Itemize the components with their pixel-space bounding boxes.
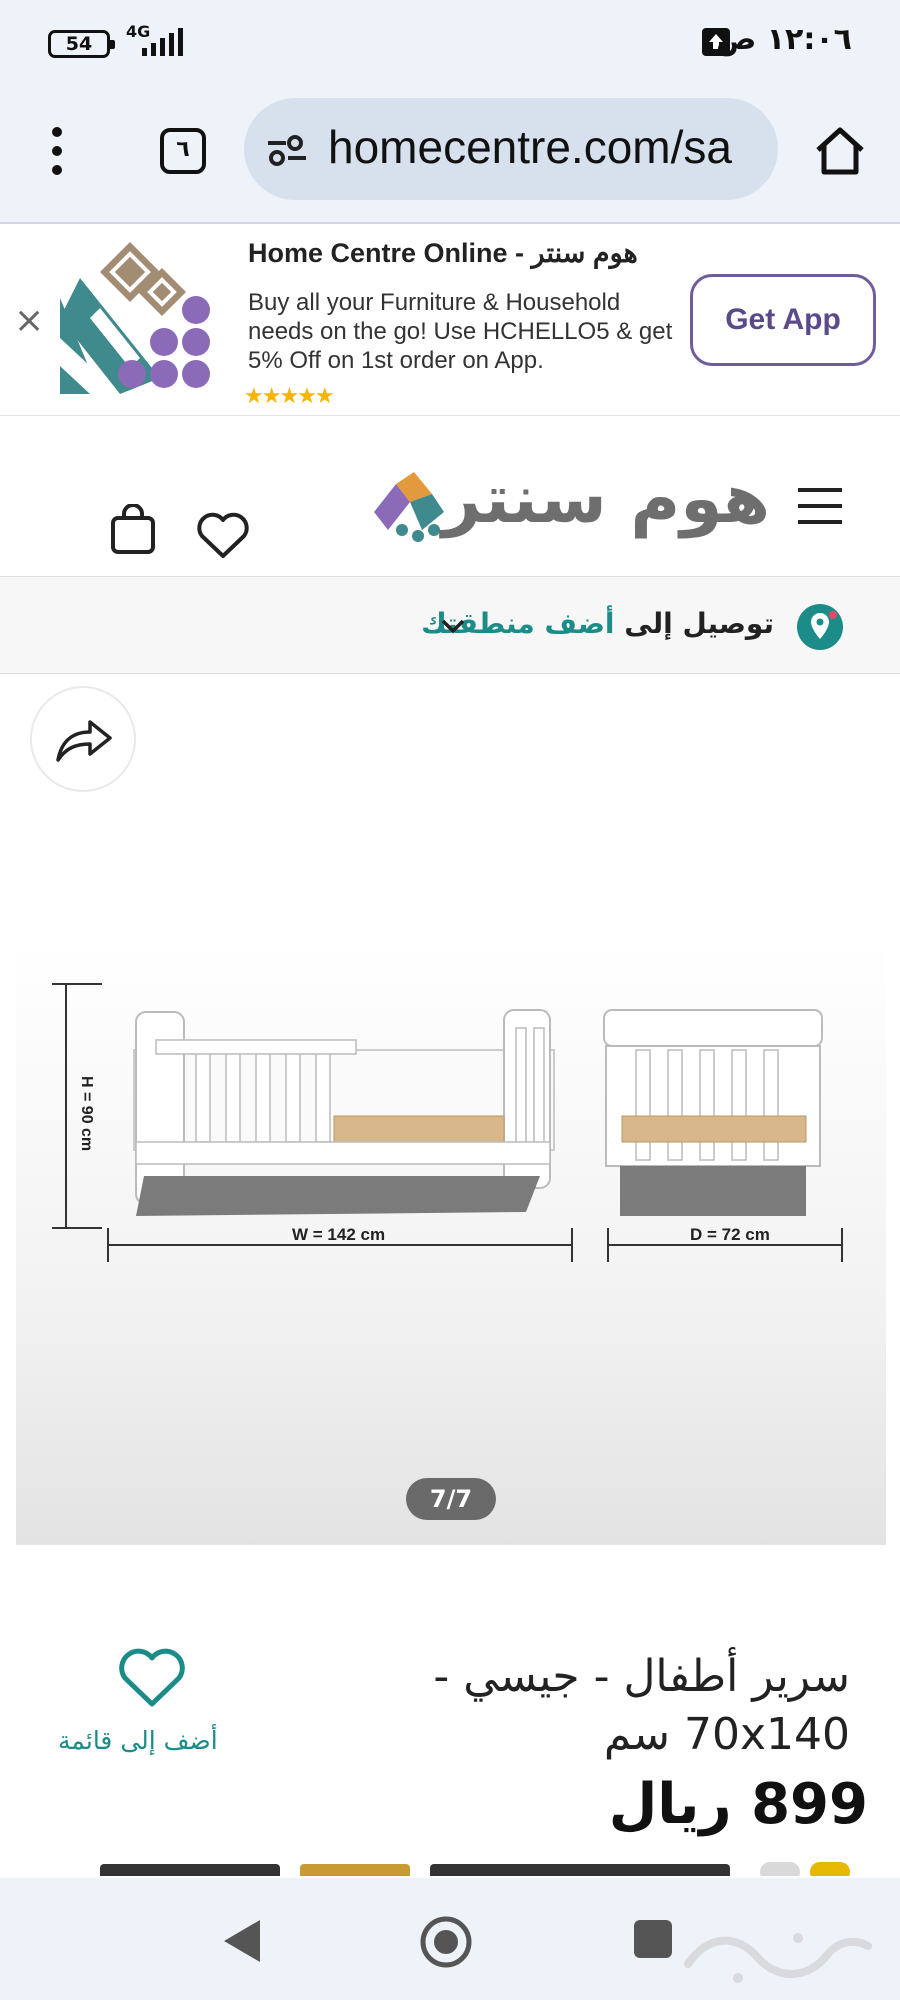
installment-info-partial bbox=[100, 1862, 860, 1876]
home-icon[interactable] bbox=[812, 124, 868, 178]
height-label: H = 90 cm bbox=[78, 1076, 95, 1151]
site-settings-icon[interactable] bbox=[266, 134, 308, 166]
close-icon[interactable]: × bbox=[14, 300, 44, 341]
clock: ١٢:٠٦ ص bbox=[715, 22, 852, 57]
recent-apps-icon[interactable] bbox=[634, 1920, 672, 1958]
depth-label: D = 72 cm bbox=[690, 1225, 770, 1244]
back-icon[interactable] bbox=[220, 1918, 264, 1964]
product-title: سرير أطفال - جيسي - 70x140 سم bbox=[433, 1651, 850, 1760]
home-centre-app-logo bbox=[60, 242, 210, 394]
delivery-location-bar[interactable]: توصيل إلى أضف منطقتك bbox=[0, 576, 900, 674]
app-install-banner: × Home Centre Online - هوم سنتر Buy all … bbox=[0, 224, 900, 416]
address-bar[interactable]: homecentre.com/sa bbox=[244, 98, 778, 200]
location-pin-icon bbox=[797, 604, 843, 650]
share-icon bbox=[56, 720, 112, 762]
logo-text: هوم سنتر bbox=[442, 460, 770, 539]
banner-description: Buy all your Furniture & Household needs… bbox=[248, 289, 673, 374]
get-app-button[interactable]: Get App bbox=[690, 274, 876, 366]
share-button[interactable] bbox=[30, 686, 136, 792]
system-navigation-bar bbox=[0, 1878, 900, 2000]
hamburger-menu-icon[interactable] bbox=[798, 486, 842, 526]
signal-icon bbox=[142, 28, 183, 56]
delivery-label: توصيل إلى أضف منطقتك bbox=[421, 607, 774, 640]
browser-toolbar: ٦ homecentre.com/sa bbox=[0, 86, 900, 224]
tab-switcher-button[interactable]: ٦ bbox=[160, 128, 206, 174]
battery-indicator: 54 bbox=[48, 30, 115, 58]
haraj-watermark-logo bbox=[684, 1933, 872, 1983]
battery-level: 54 bbox=[65, 33, 93, 55]
logo-mark-icon bbox=[374, 472, 444, 542]
width-label: W = 142 cm bbox=[292, 1225, 385, 1244]
add-to-list-label[interactable]: أضف إلى قائمة bbox=[58, 1726, 218, 1755]
home-button-icon[interactable] bbox=[420, 1916, 472, 1968]
add-to-list-heart-icon[interactable] bbox=[118, 1648, 186, 1708]
url-text: homecentre.com/sa bbox=[328, 121, 732, 173]
product-image-crib-dimensions: H = 90 cm W = 142 cm D = 72 cm bbox=[52, 983, 843, 1262]
status-bar: 54 4G ١٢:٠٦ ص bbox=[0, 0, 900, 86]
wishlist-heart-icon[interactable] bbox=[196, 512, 250, 560]
chevron-down-icon[interactable] bbox=[440, 617, 466, 635]
delivery-prefix: توصيل إلى bbox=[624, 607, 774, 640]
image-counter: 7/7 bbox=[406, 1478, 496, 1520]
product-price: 899 ريال bbox=[608, 1772, 868, 1837]
home-centre-logo[interactable]: هوم سنتر bbox=[370, 460, 770, 570]
product-image-gallery[interactable]: H = 90 cm W = 142 cm D = 72 cm 7/7 bbox=[16, 940, 886, 1545]
banner-title: Home Centre Online - هوم سنتر bbox=[248, 238, 638, 268]
shopping-bag-icon[interactable] bbox=[110, 504, 156, 554]
site-header: هوم سنتر bbox=[0, 418, 900, 576]
menu-kebab-icon[interactable] bbox=[48, 124, 66, 178]
rating-stars-icon: ★★★★★ bbox=[244, 384, 335, 409]
